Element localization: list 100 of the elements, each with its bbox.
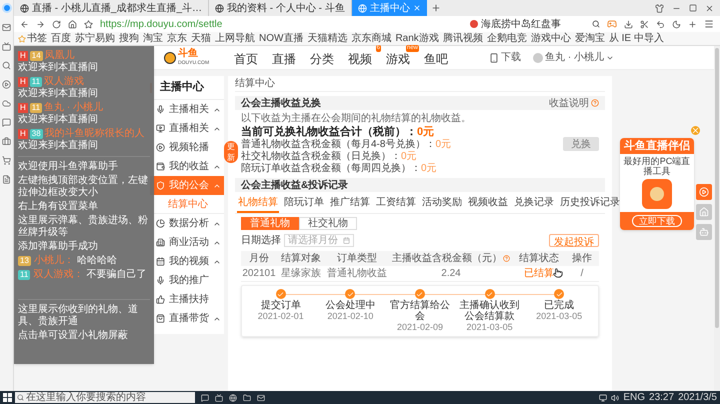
app-icon: [642, 179, 672, 209]
menu-item[interactable]: 主播相关: [150, 100, 224, 119]
skin-icon[interactable]: [655, 4, 664, 12]
maximize-icon[interactable]: [689, 4, 697, 12]
bookmark-link[interactable]: 游戏中心: [530, 31, 571, 46]
download-icon[interactable]: [624, 20, 633, 28]
home-icon[interactable]: [68, 20, 77, 28]
address-field[interactable]: https://mp.douyu.com/settle: [100, 16, 463, 32]
network-icon[interactable]: [599, 394, 608, 402]
menu-item[interactable]: 我的推广: [150, 271, 224, 290]
tv-icon[interactable]: [215, 394, 223, 402]
bookmark-link[interactable]: NOW直播: [259, 31, 304, 46]
badge: H: [18, 77, 28, 87]
reload-icon[interactable]: [52, 20, 61, 28]
bookmark-link[interactable]: 从 IE 中导入: [608, 31, 664, 46]
bookmark-link[interactable]: 苏宁易购: [75, 31, 115, 46]
bookmark-link[interactable]: 淘宝: [143, 31, 163, 46]
new-tab-icon[interactable]: [430, 3, 441, 13]
tab[interactable]: 活动奖励: [421, 195, 463, 213]
site-logo: 斗鱼: [178, 48, 199, 58]
forward-icon[interactable]: [36, 20, 45, 28]
play-icon[interactable]: [2, 80, 11, 89]
search-icon[interactable]: [2, 61, 11, 70]
notice-text: 添加弹幕助手成功: [18, 241, 99, 253]
browser-logo-icon[interactable]: [2, 3, 12, 13]
nav-link[interactable]: 视频: [348, 52, 372, 66]
user-menu[interactable]: 鱼丸 · 小桃儿: [533, 50, 614, 65]
chat-text: 不要骗自己了: [86, 269, 146, 281]
bookmark-link[interactable]: 上网导航: [215, 31, 255, 46]
nav-link[interactable]: 首页: [234, 52, 258, 66]
live-float-button[interactable]: [696, 184, 712, 200]
segment-tab[interactable]: 社交礼物: [299, 217, 357, 230]
moon-icon[interactable]: [672, 20, 681, 28]
bookmark-link[interactable]: 京东: [167, 31, 187, 46]
taskbar-search-field[interactable]: 在这里输入你要搜索的内容: [15, 392, 195, 403]
language-indicator[interactable]: ENG: [623, 392, 646, 403]
search-field[interactable]: 海底捞中岛红盘事: [470, 16, 600, 32]
tab[interactable]: 兑换记录: [513, 195, 555, 213]
bookmark-link[interactable]: 天猫精选: [307, 31, 348, 46]
menu-item[interactable]: 商业活动: [150, 233, 224, 252]
windows-logo-icon[interactable]: [3, 393, 12, 402]
nav-link[interactable]: 直播: [272, 52, 296, 66]
star-icon: [18, 34, 26, 42]
section-title: 公会主播收益兑换: [241, 96, 321, 110]
chat-icon[interactable]: [2, 118, 11, 127]
level-badge: 11: [30, 77, 42, 87]
bookmark-link[interactable]: Rank游戏: [395, 31, 439, 46]
menu-item[interactable]: 直播带货: [150, 309, 224, 328]
menu-item[interactable]: 直播相关: [150, 119, 224, 138]
menu-icon[interactable]: [704, 19, 714, 29]
pie-chart-icon: [156, 219, 165, 228]
menu-title: 主播中心: [160, 80, 204, 96]
folder-icon[interactable]: [243, 394, 251, 402]
search-engine-icon: [470, 20, 478, 28]
bookmark-link[interactable]: 腾讯视频: [442, 31, 483, 46]
bookmark-link[interactable]: 书签: [18, 31, 47, 46]
menu-item[interactable]: 主播扶持: [150, 290, 224, 309]
income-label: 普通礼物收益含税金额（每月4-8号兑换）：: [241, 139, 436, 150]
game-icon[interactable]: [607, 19, 617, 29]
bookmark-link[interactable]: 搜狗: [119, 31, 139, 46]
briefcase-icon[interactable]: [2, 137, 11, 146]
tab[interactable]: 视频收益: [467, 195, 509, 213]
bookmark-link[interactable]: 百度: [51, 31, 71, 46]
table-cell: 已结算: [524, 268, 554, 279]
promo-title: 斗鱼直播伴侣: [620, 138, 694, 154]
menu-item[interactable]: 我的视频: [150, 252, 224, 271]
cart-icon[interactable]: [2, 156, 11, 165]
bookmark-link[interactable]: 企鹅电竞: [486, 31, 527, 46]
document-icon[interactable]: [2, 175, 11, 184]
download-link[interactable]: 下载: [489, 50, 522, 65]
undo-icon[interactable]: [656, 20, 665, 28]
level-badge: 14: [30, 51, 43, 61]
menu-item[interactable]: 我的收益: [150, 157, 224, 176]
nav-link[interactable]: 鱼吧: [424, 52, 448, 66]
mail-icon[interactable]: [2, 23, 11, 32]
help-link[interactable]: 收益说明: [549, 96, 599, 110]
search-icon: [592, 20, 600, 28]
tab[interactable]: 推广结算: [329, 195, 371, 213]
browser-icon[interactable]: [229, 394, 237, 402]
tab[interactable]: 工资结算: [375, 195, 417, 213]
tab[interactable]: 历史投诉记录: [559, 195, 621, 213]
add-icon[interactable]: [688, 20, 697, 28]
menu-item[interactable]: 视频轮播: [150, 138, 224, 157]
back-icon[interactable]: [20, 20, 29, 28]
close-icon[interactable]: [705, 4, 714, 12]
tab[interactable]: 陪玩订单: [283, 195, 325, 213]
bookmark-link[interactable]: 爱淘宝: [574, 31, 605, 46]
star-icon[interactable]: [84, 20, 93, 28]
bookmark-link[interactable]: 天猫: [191, 31, 211, 46]
note-text: 以下收益为主播在公会期间的礼物结算的礼物收益。: [241, 113, 471, 125]
nav-link[interactable]: 游戏: [386, 52, 410, 66]
bookmark-link[interactable]: 京东商城: [351, 31, 392, 46]
scissors-icon[interactable]: [640, 20, 649, 28]
notice-text: 欢迎使用斗鱼弹幕助手: [18, 161, 119, 173]
nav-link[interactable]: 分类: [310, 52, 334, 66]
menu-item[interactable]: 数据分析: [150, 214, 224, 233]
volume-icon[interactable]: [611, 394, 620, 402]
tv-icon[interactable]: [2, 42, 11, 51]
clock-time: 23:27: [649, 392, 674, 403]
cloud-icon[interactable]: [2, 99, 11, 108]
